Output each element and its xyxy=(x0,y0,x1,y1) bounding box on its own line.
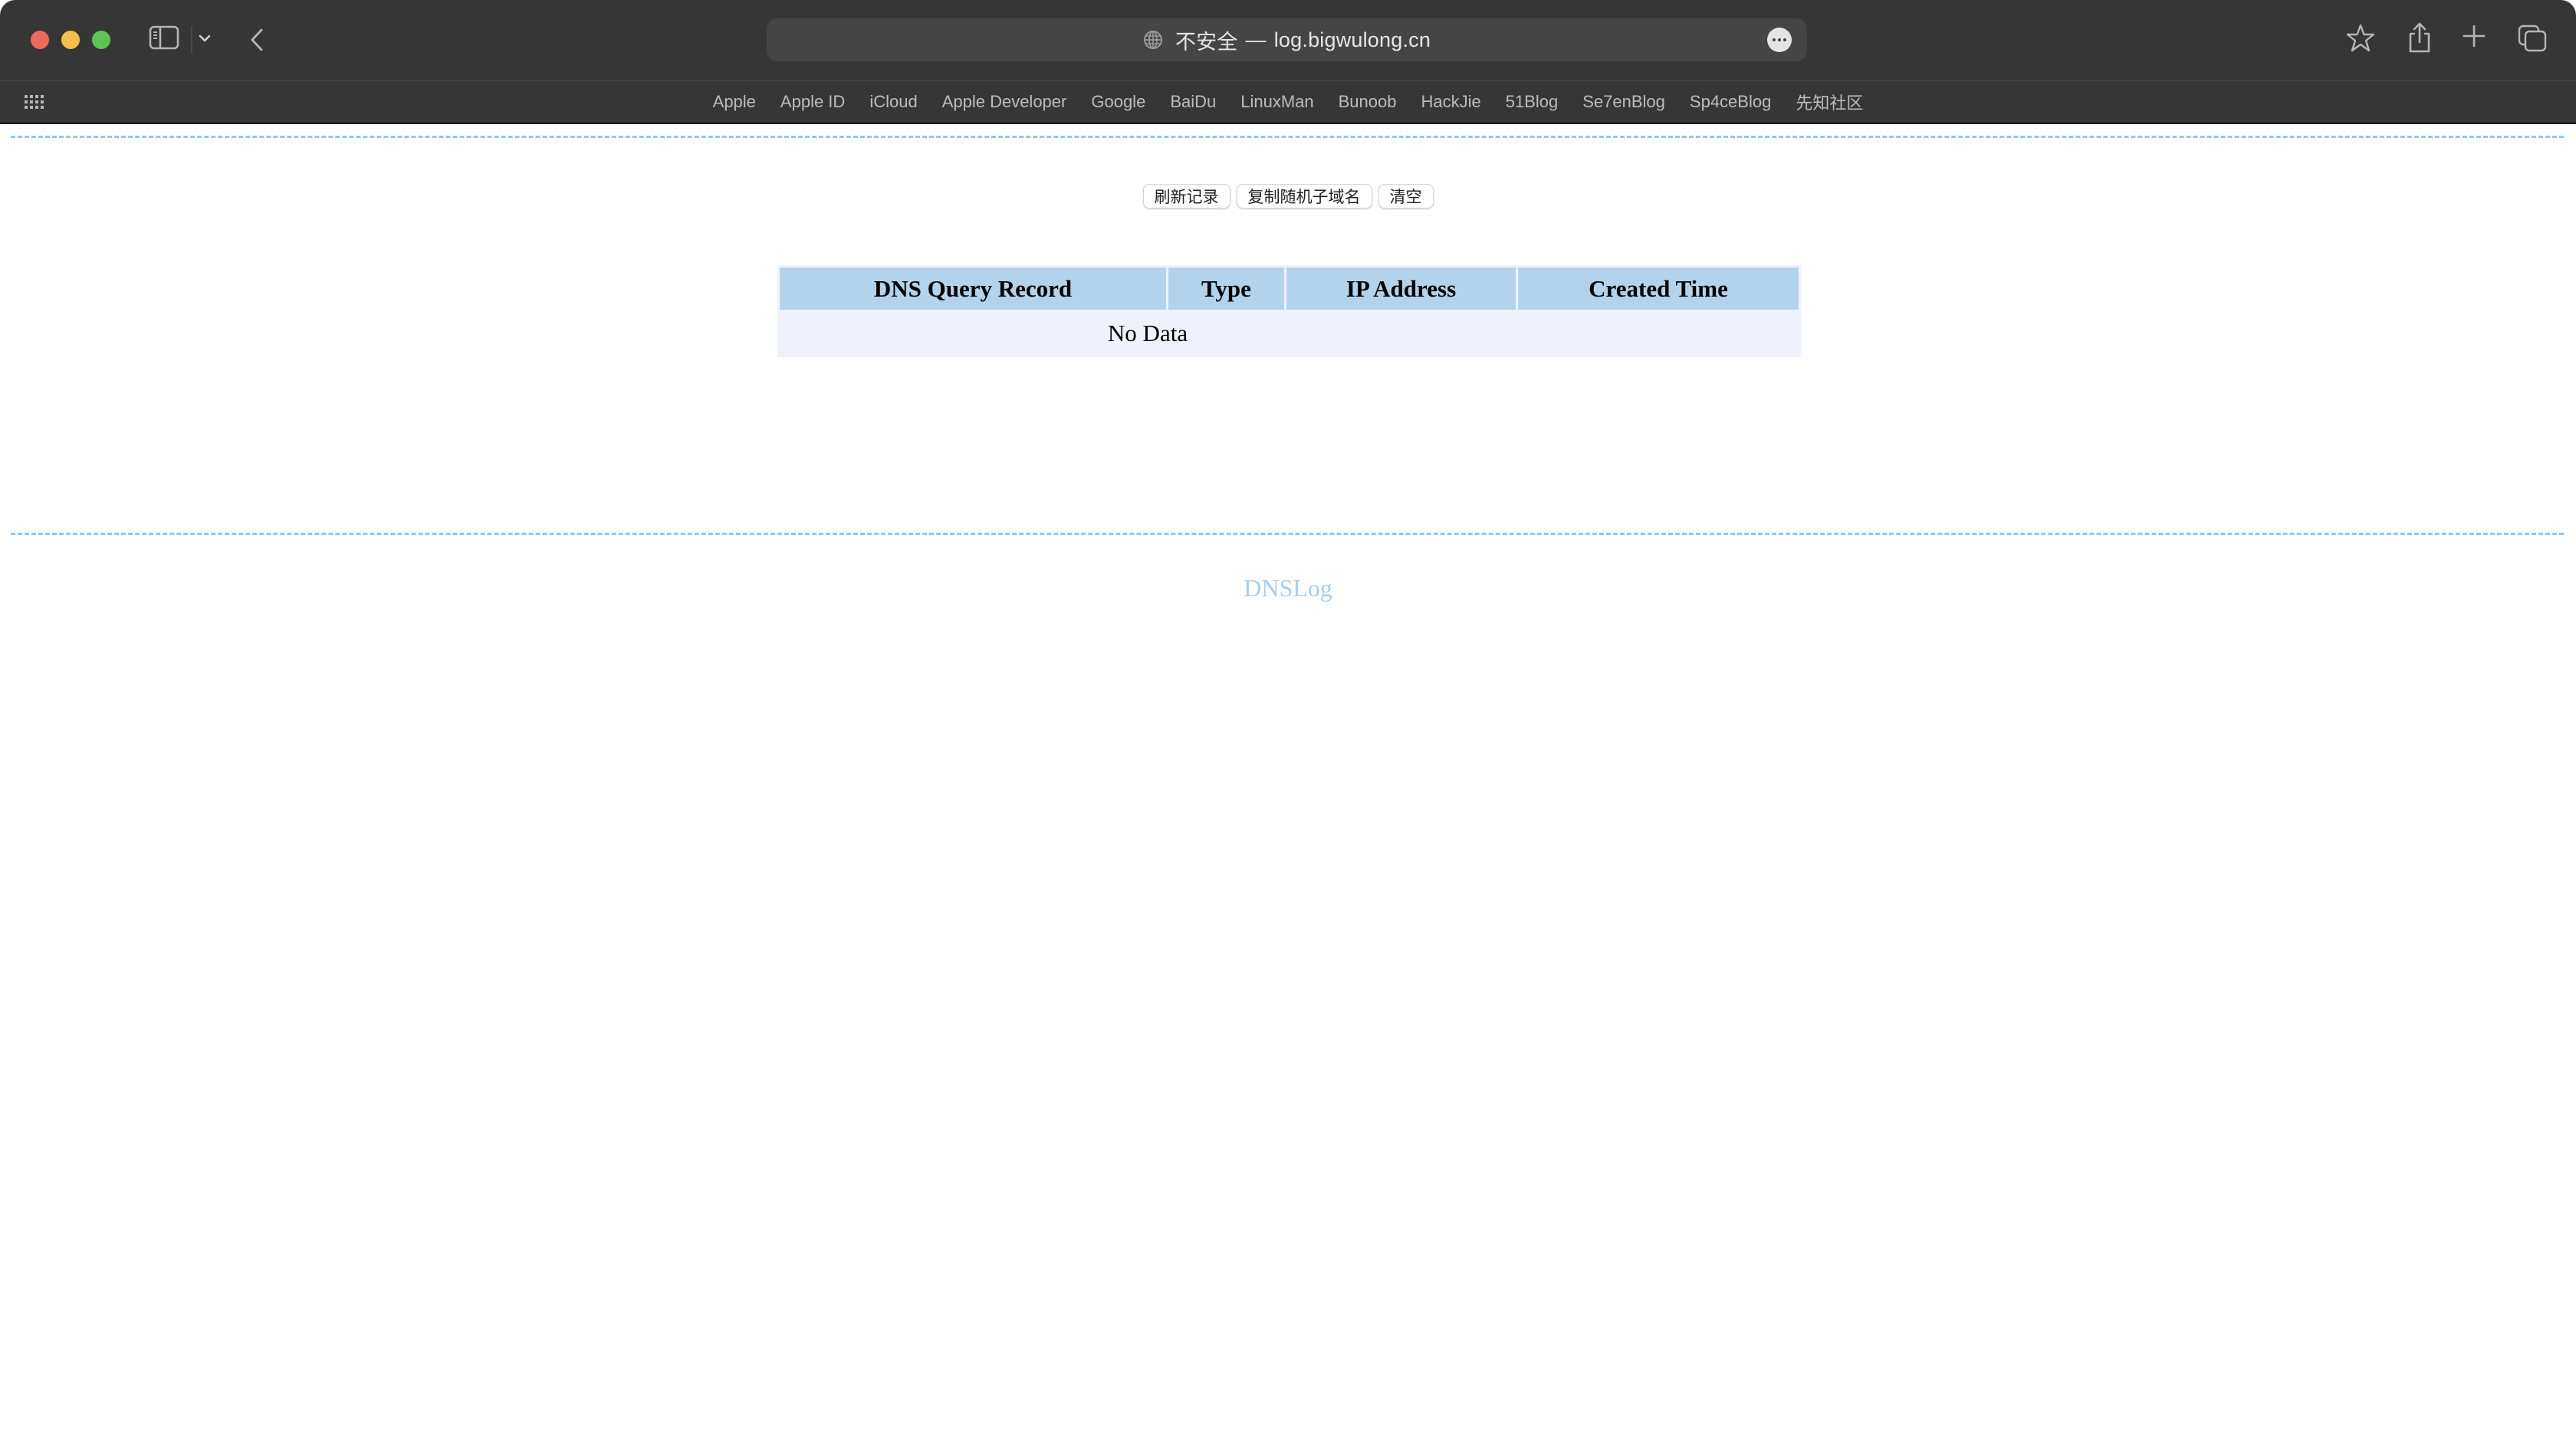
dns-records-table: DNS Query Record Type IP Address Created… xyxy=(777,265,1801,357)
column-header-ip-address: IP Address xyxy=(1286,267,1516,310)
address-bar-content: 不安全 — log.bigwulong.cn xyxy=(767,18,1807,61)
action-buttons: 刷新记录 复制随机子域名 清空 xyxy=(0,184,2576,208)
globe-icon xyxy=(1143,31,1162,49)
page-content: 刷新记录 复制随机子域名 清空 DNS Query Record Type IP… xyxy=(0,124,2576,1444)
browser-toolbar: 不安全 — log.bigwulong.cn xyxy=(0,0,2576,80)
bookmark-apple-id[interactable]: Apple ID xyxy=(780,92,845,112)
bookmark-baidu[interactable]: BaiDu xyxy=(1170,92,1216,112)
ellipsis-dot xyxy=(1773,38,1776,41)
sidebar-menu-button[interactable] xyxy=(196,29,213,48)
bookmark-button[interactable] xyxy=(2345,23,2376,54)
column-header-dns-query-record: DNS Query Record xyxy=(780,267,1166,310)
bookmark-51blog[interactable]: 51Blog xyxy=(1506,92,1559,112)
ellipsis-dot xyxy=(1783,38,1786,41)
star-icon xyxy=(2346,24,2375,52)
chevron-left-icon xyxy=(251,28,263,51)
table-header-row: DNS Query Record Type IP Address Created… xyxy=(780,267,1799,310)
toolbar-divider xyxy=(191,26,192,54)
bookmark-se7enblog[interactable]: Se7enBlog xyxy=(1582,92,1665,112)
empty-message: No Data xyxy=(1107,320,1188,346)
page-menu-button[interactable] xyxy=(1767,28,1792,52)
clear-button[interactable]: 清空 xyxy=(1378,184,1434,208)
bookmark-apple[interactable]: Apple xyxy=(713,92,756,112)
bottom-dashed-divider xyxy=(11,533,2564,535)
bookmark-xianzhi[interactable]: 先知社区 xyxy=(1796,90,1863,114)
records-table-container: DNS Query Record Type IP Address Created… xyxy=(777,265,1801,357)
bookmarks-bar: Apple Apple ID iCloud Apple Developer Go… xyxy=(0,80,2576,123)
new-tab-button[interactable] xyxy=(2463,25,2486,48)
refresh-records-button[interactable]: 刷新记录 xyxy=(1142,184,1230,208)
bookmark-bunoob[interactable]: Bunoob xyxy=(1339,92,1397,112)
bookmark-hackjie[interactable]: HackJie xyxy=(1421,92,1480,112)
sidebar-icon xyxy=(149,25,179,50)
url-domain: log.bigwulong.cn xyxy=(1273,28,1431,51)
bookmark-apple-developer[interactable]: Apple Developer xyxy=(942,92,1067,112)
footer-brand: DNSLog xyxy=(1244,574,1332,602)
table-row: No Data xyxy=(780,312,1799,355)
empty-cell xyxy=(1518,312,1799,355)
sidebar-toggle-button[interactable] xyxy=(149,25,179,51)
chevron-down-icon xyxy=(199,34,211,42)
bookmark-icloud[interactable]: iCloud xyxy=(869,92,917,112)
security-label: 不安全 xyxy=(1175,30,1238,54)
bookmark-google[interactable]: Google xyxy=(1091,92,1145,112)
address-bar[interactable]: 不安全 — log.bigwulong.cn xyxy=(767,18,1807,61)
share-icon xyxy=(2409,22,2430,53)
copy-random-subdomain-button[interactable]: 复制随机子域名 xyxy=(1236,184,1372,208)
column-header-created-time: Created Time xyxy=(1518,267,1799,310)
bookmark-linuxman[interactable]: LinuxMan xyxy=(1240,92,1313,112)
bookmark-sp4ceblog[interactable]: Sp4ceBlog xyxy=(1690,92,1771,112)
zoom-window-button[interactable] xyxy=(92,31,110,49)
back-button[interactable] xyxy=(247,26,267,54)
bookmarks-list: Apple Apple ID iCloud Apple Developer Go… xyxy=(0,81,2576,123)
tab-overview-button[interactable] xyxy=(2518,25,2547,52)
plus-icon xyxy=(2463,25,2486,48)
ellipsis-dot xyxy=(1778,38,1781,41)
close-window-button[interactable] xyxy=(31,31,49,49)
column-header-type: Type xyxy=(1168,267,1284,310)
tabs-icon xyxy=(2518,25,2547,52)
minimize-window-button[interactable] xyxy=(61,31,80,49)
share-button[interactable] xyxy=(2407,21,2433,54)
url-separator: — xyxy=(1245,28,1267,51)
top-dashed-divider xyxy=(11,136,2564,138)
browser-window: 不安全 — log.bigwulong.cn Apple Apple ID iC… xyxy=(0,0,2576,1444)
